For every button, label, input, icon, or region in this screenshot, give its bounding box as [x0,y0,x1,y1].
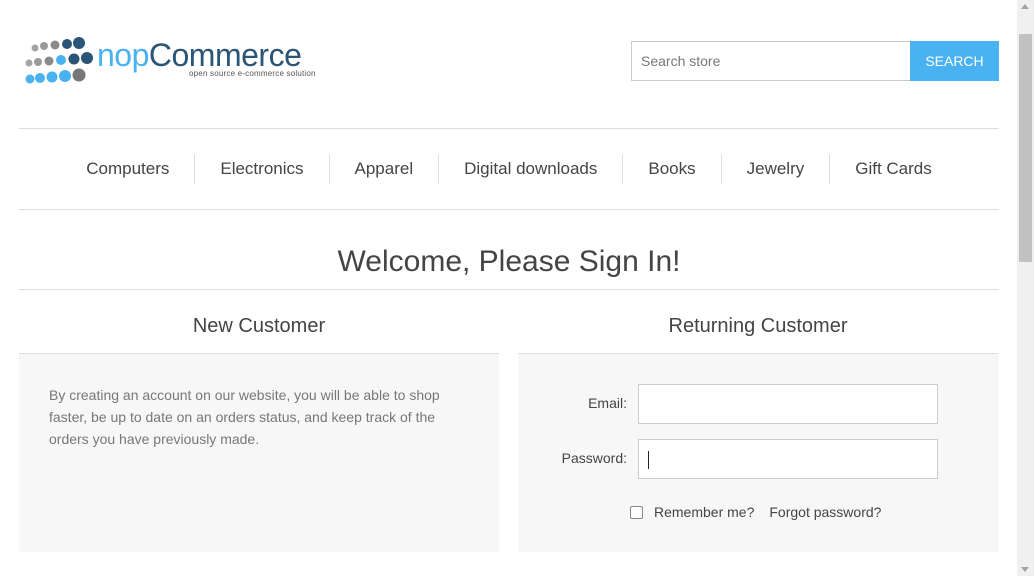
menu-item-apparel[interactable]: Apparel [328,154,439,184]
vertical-scrollbar[interactable] [1017,0,1034,576]
logo-word-nop: nop [97,37,149,73]
page-title: Welcome, Please Sign In! [337,245,681,278]
scroll-down-arrow-icon[interactable] [1021,567,1029,572]
menu-item-jewelry[interactable]: Jewelry [720,154,830,184]
login-form: Email: Password: Remember me? Forgot pas… [518,354,998,552]
menu-item-electronics[interactable]: Electronics [194,154,328,184]
text-caret [648,451,649,469]
new-customer-title: New Customer [19,290,499,354]
email-label: Email: [588,395,627,411]
returning-customer-title: Returning Customer [518,290,998,354]
page-title-section: Welcome, Please Sign In! [19,210,999,290]
remember-me-label[interactable]: Remember me? [654,504,754,520]
top-menu: Computers Electronics Apparel Digital do… [19,129,999,210]
scroll-up-arrow-icon[interactable] [1021,4,1029,9]
password-field[interactable] [638,439,938,479]
password-row: Password: [518,439,998,479]
header: nopCommerce open source e-commerce solut… [19,0,999,129]
menu-item-computers[interactable]: Computers [61,154,194,184]
new-customer-text: By creating an account on our website, y… [49,387,440,447]
returning-customer-block: Returning Customer Email: Password: Reme… [518,290,998,552]
email-row: Email: [518,384,998,424]
page: nopCommerce open source e-commerce solut… [19,0,999,552]
scrollbar-thumb[interactable] [1019,34,1032,262]
logo-dots-icon [25,37,93,84]
forgot-password-link[interactable]: Forgot password? [769,504,881,520]
menu-item-books[interactable]: Books [622,154,720,184]
email-field[interactable] [638,384,938,424]
logo-word-commerce: Commerce [148,37,302,73]
new-customer-panel: By creating an account on our website, y… [19,354,499,552]
menu-item-gift-cards[interactable]: Gift Cards [829,154,957,184]
remember-me-checkbox[interactable] [630,505,643,519]
logo[interactable]: nopCommerce open source e-commerce solut… [23,34,333,86]
logo-tagline: open source e-commerce solution [189,69,316,78]
new-customer-block: New Customer By creating an account on o… [19,290,499,552]
menu-item-digital-downloads[interactable]: Digital downloads [438,154,622,184]
remember-row: Remember me? Forgot password? [630,504,881,520]
search-box: Search [631,41,999,81]
search-input[interactable] [631,41,910,81]
search-button[interactable]: Search [910,41,999,81]
password-label: Password: [561,450,627,466]
